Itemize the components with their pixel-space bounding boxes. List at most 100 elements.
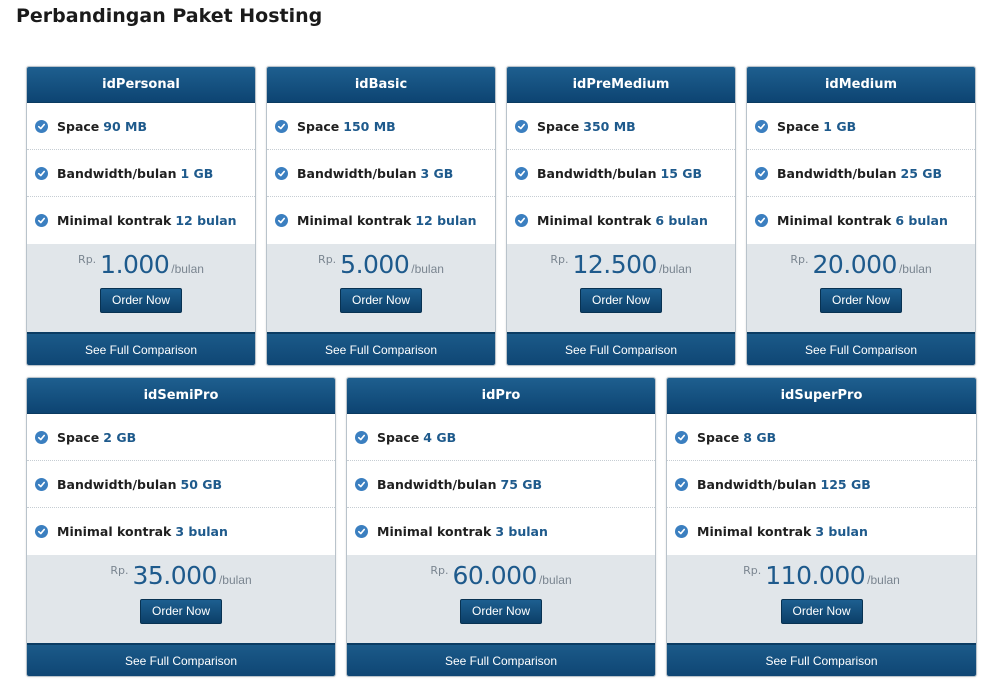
currency-label: Rp. xyxy=(743,564,762,577)
price-line: Rp. 60.000 /bulan xyxy=(347,561,655,595)
feature-label: Space xyxy=(537,118,580,134)
plan-name: idSemiPro xyxy=(27,378,335,414)
feature-bandwidth: Bandwidth/bulan 1 GB xyxy=(27,150,255,197)
feature-bandwidth: Bandwidth/bulan 75 GB xyxy=(347,461,655,508)
order-now-button[interactable]: Order Now xyxy=(100,288,182,313)
feature-contract: Minimal kontrak 6 bulan xyxy=(507,197,735,244)
feature-label: Bandwidth/bulan xyxy=(57,165,177,181)
price-period: /bulan xyxy=(538,573,572,587)
feature-space: Space 150 MB xyxy=(267,103,495,150)
check-icon xyxy=(35,166,48,180)
plan-card: idSuperPro Space 8 GB Bandwidth/bulan 12… xyxy=(666,377,977,677)
feature-space: Space 4 GB xyxy=(347,414,655,461)
feature-bandwidth: Bandwidth/bulan 15 GB xyxy=(507,150,735,197)
price-period: /bulan xyxy=(898,262,932,276)
feature-contract: Minimal kontrak 3 bulan xyxy=(347,508,655,555)
order-now-button[interactable]: Order Now xyxy=(340,288,422,313)
check-icon xyxy=(275,119,288,133)
feature-label: Bandwidth/bulan xyxy=(697,476,817,492)
feature-value: 6 bulan xyxy=(895,213,948,228)
plan-name: idSuperPro xyxy=(667,378,976,414)
feature-space: Space 350 MB xyxy=(507,103,735,150)
price-amount: 1.000 xyxy=(100,250,170,279)
plan-name: idPreMedium xyxy=(507,67,735,103)
feature-value: 4 GB xyxy=(423,429,457,445)
feature-value: 75 GB xyxy=(500,476,543,492)
feature-value: 3 bulan xyxy=(175,524,228,539)
price-amount: 12.500 xyxy=(572,250,657,279)
check-icon xyxy=(275,166,288,180)
currency-label: Rp. xyxy=(110,564,129,577)
currency-label: Rp. xyxy=(318,253,337,266)
order-now-button[interactable]: Order Now xyxy=(580,288,662,313)
feature-label: Minimal kontrak xyxy=(777,213,892,228)
feature-label: Minimal kontrak xyxy=(697,524,812,539)
price-period: /bulan xyxy=(171,262,204,276)
order-now-button[interactable]: Order Now xyxy=(140,599,222,624)
check-icon xyxy=(675,430,688,444)
check-icon xyxy=(755,214,768,227)
order-now-button[interactable]: Order Now xyxy=(780,599,863,624)
see-full-comparison-link[interactable]: See Full Comparison xyxy=(27,643,335,676)
feature-label: Minimal kontrak xyxy=(377,524,492,539)
feature-bandwidth: Bandwidth/bulan 3 GB xyxy=(267,150,495,197)
feature-label: Space xyxy=(697,429,740,445)
feature-label: Minimal kontrak xyxy=(537,213,652,228)
check-icon xyxy=(35,430,48,444)
check-icon xyxy=(35,525,48,538)
price-area: Rp. 20.000 /bulan Order Now xyxy=(747,244,975,332)
see-full-comparison-link[interactable]: See Full Comparison xyxy=(267,332,495,365)
feature-contract: Minimal kontrak 12 bulan xyxy=(27,197,255,244)
check-icon xyxy=(355,477,368,491)
feature-space: Space 1 GB xyxy=(747,103,975,150)
feature-value: 1 GB xyxy=(823,118,857,134)
feature-space: Space 8 GB xyxy=(667,414,976,461)
feature-bandwidth: Bandwidth/bulan 25 GB xyxy=(747,150,975,197)
feature-value: 6 bulan xyxy=(655,213,708,228)
feature-value: 3 bulan xyxy=(815,524,868,539)
feature-label: Bandwidth/bulan xyxy=(57,476,177,492)
feature-space: Space 2 GB xyxy=(27,414,335,461)
price-amount: 20.000 xyxy=(812,250,897,279)
currency-label: Rp. xyxy=(430,564,449,577)
order-now-button[interactable]: Order Now xyxy=(820,288,902,313)
plan-name: idPro xyxy=(347,378,655,414)
price-area: Rp. 60.000 /bulan Order Now xyxy=(347,555,655,643)
see-full-comparison-link[interactable]: See Full Comparison xyxy=(27,332,255,365)
page-title: Perbandingan Paket Hosting xyxy=(16,5,323,27)
feature-label: Space xyxy=(377,429,420,445)
order-now-button[interactable]: Order Now xyxy=(460,599,542,624)
price-area: Rp. 1.000 /bulan Order Now xyxy=(27,244,255,332)
price-amount: 35.000 xyxy=(132,561,217,590)
check-icon xyxy=(675,525,688,538)
feature-label: Bandwidth/bulan xyxy=(777,165,897,181)
price-period: /bulan xyxy=(867,573,900,587)
feature-label: Minimal kontrak xyxy=(297,213,412,228)
plan-name: idPersonal xyxy=(27,67,255,103)
feature-value: 12 bulan xyxy=(415,213,477,228)
plan-card: idPro Space 4 GB Bandwidth/bulan 75 GB M… xyxy=(346,377,656,677)
feature-space: Space 90 MB xyxy=(27,103,255,150)
feature-bandwidth: Bandwidth/bulan 50 GB xyxy=(27,461,335,508)
feature-value: 25 GB xyxy=(900,165,943,181)
feature-label: Space xyxy=(57,118,100,134)
feature-contract: Minimal kontrak 12 bulan xyxy=(267,197,495,244)
see-full-comparison-link[interactable]: See Full Comparison xyxy=(507,332,735,365)
feature-value: 3 bulan xyxy=(495,524,548,539)
feature-value: 90 MB xyxy=(103,118,147,134)
feature-contract: Minimal kontrak 6 bulan xyxy=(747,197,975,244)
price-line: Rp. 110.000 /bulan xyxy=(667,561,976,595)
feature-value: 150 MB xyxy=(343,118,396,134)
feature-label: Space xyxy=(57,429,100,445)
feature-bandwidth: Bandwidth/bulan 125 GB xyxy=(667,461,976,508)
feature-value: 350 MB xyxy=(583,118,636,134)
feature-value: 1 GB xyxy=(180,165,214,181)
see-full-comparison-link[interactable]: See Full Comparison xyxy=(347,643,655,676)
check-icon xyxy=(515,166,528,180)
price-line: Rp. 35.000 /bulan xyxy=(27,561,335,595)
see-full-comparison-link[interactable]: See Full Comparison xyxy=(747,332,975,365)
see-full-comparison-link[interactable]: See Full Comparison xyxy=(667,643,976,676)
feature-value: 50 GB xyxy=(180,476,223,492)
plan-card: idSemiPro Space 2 GB Bandwidth/bulan 50 … xyxy=(26,377,336,677)
price-line: Rp. 20.000 /bulan xyxy=(747,250,975,284)
